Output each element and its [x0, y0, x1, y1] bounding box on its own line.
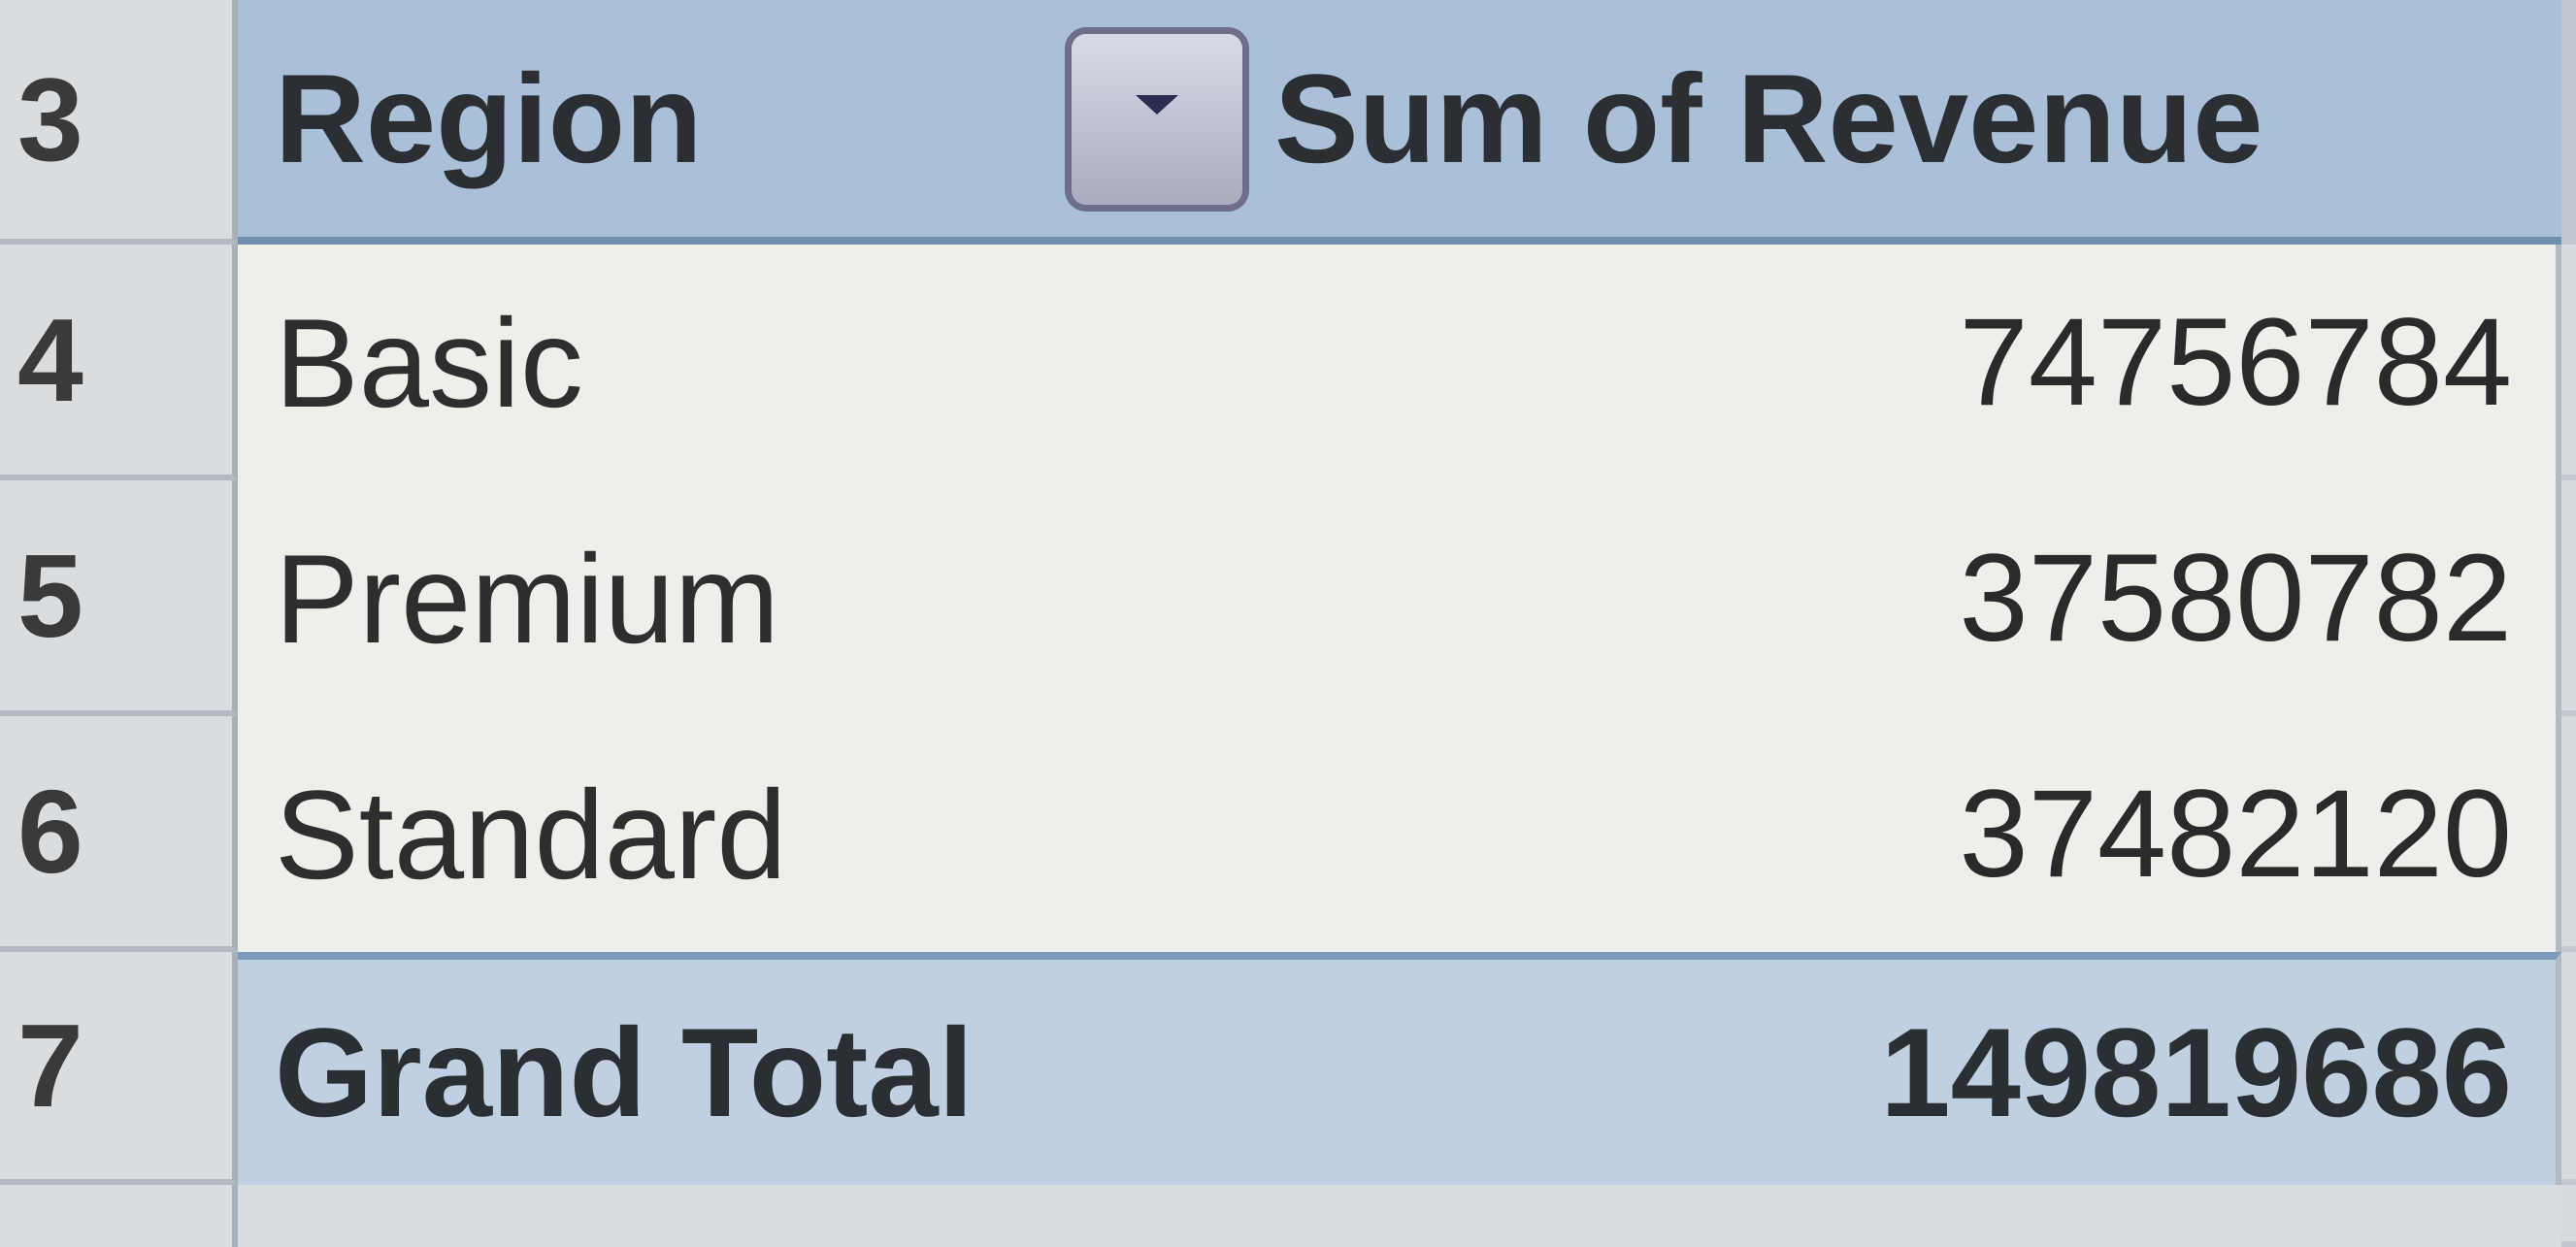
- row-number[interactable]: 5: [0, 480, 238, 716]
- value-header-text: Sum of Revenue: [1274, 48, 2263, 189]
- empty-cell[interactable]: [2561, 952, 2576, 1185]
- row-number[interactable]: 4: [0, 245, 238, 480]
- region-label: Standard: [275, 763, 787, 905]
- empty-cell[interactable]: [1257, 1185, 2561, 1247]
- revenue-cell[interactable]: 37482120: [1257, 716, 2561, 952]
- partial-row: [0, 1185, 2576, 1247]
- empty-cell[interactable]: [2561, 1185, 2576, 1247]
- revenue-value: 37580782: [1959, 529, 2513, 668]
- grand-total-label: Grand Total: [275, 1001, 974, 1143]
- table-row: 4 Basic 74756784: [0, 245, 2576, 480]
- pivot-row-label-header-cell[interactable]: Region: [238, 0, 1257, 245]
- grand-total-value: 149819686: [1880, 1001, 2512, 1143]
- revenue-cell[interactable]: 74756784: [1257, 245, 2561, 480]
- empty-cell[interactable]: [2561, 0, 2576, 245]
- row-number[interactable]: 6: [0, 716, 238, 952]
- pivot-header-row: 3 Region Sum of Revenue: [0, 0, 2576, 245]
- dropdown-arrow-icon: [1136, 95, 1178, 115]
- row-number-header[interactable]: 3: [0, 0, 238, 245]
- table-row: 6 Standard 37482120: [0, 716, 2576, 952]
- region-cell[interactable]: Premium: [238, 480, 1257, 716]
- empty-cell[interactable]: [2561, 480, 2576, 716]
- region-label: Premium: [275, 527, 780, 670]
- row-number-partial[interactable]: [0, 1185, 238, 1247]
- filter-dropdown-button[interactable]: [1065, 27, 1249, 212]
- empty-cell[interactable]: [2561, 245, 2576, 480]
- row-number[interactable]: 7: [0, 952, 238, 1185]
- empty-cell[interactable]: [238, 1185, 1257, 1247]
- pivot-value-header-cell[interactable]: Sum of Revenue: [1257, 0, 2561, 245]
- empty-cell[interactable]: [2561, 716, 2576, 952]
- revenue-value: 74756784: [1959, 293, 2513, 432]
- region-cell[interactable]: Basic: [238, 245, 1257, 480]
- row-label-header-text: Region: [275, 48, 703, 189]
- revenue-value: 37482120: [1959, 765, 2513, 903]
- grand-total-label-cell[interactable]: Grand Total: [238, 952, 1257, 1185]
- table-row: 5 Premium 37580782: [0, 480, 2576, 716]
- revenue-cell[interactable]: 37580782: [1257, 480, 2561, 716]
- grand-total-value-cell[interactable]: 149819686: [1257, 952, 2561, 1185]
- region-cell[interactable]: Standard: [238, 716, 1257, 952]
- spreadsheet-grid: 3 Region Sum of Revenue 4 Basic 74756784…: [0, 0, 2576, 1247]
- grand-total-row: 7 Grand Total 149819686: [0, 952, 2576, 1185]
- region-label: Basic: [275, 291, 583, 434]
